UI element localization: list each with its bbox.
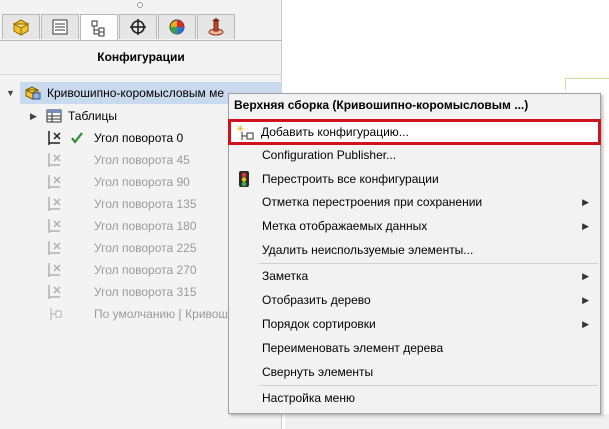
submenu-arrow-icon: ▶	[582, 220, 589, 231]
menu-item-rename-tree-item[interactable]: Переименовать элемент дерева	[230, 337, 599, 359]
configuration-icon	[48, 263, 61, 277]
menu-item-sort-order[interactable]: Порядок сортировки ▶	[230, 313, 599, 335]
menu-item-rebuild-mark[interactable]: Отметка перестроения при сохранении ▶	[230, 191, 599, 213]
tree-item-label: Угол поворота 180	[94, 219, 197, 233]
assembly-icon	[25, 86, 41, 100]
tree-item-label: Угол поворота 270	[94, 263, 197, 277]
rebuild-icon	[234, 170, 254, 188]
tab-display-manager[interactable]	[158, 14, 196, 39]
tree-item-label: Угол поворота 225	[94, 241, 197, 255]
menu-item-label: Добавить конфигурацию...	[261, 125, 409, 139]
menu-item-label: Удалить неиспользуемые элементы...	[262, 243, 474, 257]
submenu-arrow-icon: ▶	[582, 196, 589, 207]
tree-item-label: Угол поворота 90	[94, 175, 190, 189]
tree-item-label: По умолчанию [ Кривош	[94, 307, 229, 321]
tab-property-manager[interactable]	[41, 14, 79, 39]
tab-configuration-manager[interactable]	[80, 14, 118, 40]
tree-item-configuration[interactable]: Угол поворота 135	[46, 194, 197, 214]
configuration-icon	[50, 308, 62, 320]
menu-item-rebuild-all[interactable]: Перестроить все конфигурации	[230, 168, 599, 190]
menu-item-customize-menu[interactable]: Настройка меню	[230, 387, 599, 409]
menu-item-label: Configuration Publisher...	[262, 148, 397, 162]
tree-item-label: Угол поворота 45	[94, 153, 190, 167]
menu-item-delete-unused[interactable]: Удалить неиспользуемые элементы...	[230, 239, 599, 261]
menu-item-label: Перестроить все конфигурации	[262, 172, 439, 186]
tree-item-label: Угол поворота 135	[94, 197, 197, 211]
menu-item-label: Настройка меню	[262, 391, 355, 405]
menu-item-configuration-publisher[interactable]: Configuration Publisher...	[230, 144, 599, 166]
tree-item-configuration[interactable]: Угол поворота 0	[46, 128, 183, 148]
configuration-icon	[48, 285, 61, 299]
configuration-icon	[48, 241, 61, 255]
tree-item-configuration[interactable]: Угол поворота 90	[46, 172, 190, 192]
tree-item-configuration[interactable]: Угол поворота 225	[46, 238, 197, 258]
dimxpert-manager-icon	[130, 19, 146, 35]
menu-item-label: Свернуть элементы	[262, 365, 374, 379]
viewport-edge	[565, 78, 609, 79]
menu-item-label: Переименовать элемент дерева	[262, 341, 444, 355]
add-configuration-icon: ✳	[235, 124, 255, 142]
tab-dimxpert-manager[interactable]	[119, 14, 157, 39]
configuration-icon	[48, 175, 61, 189]
configuration-icon	[48, 197, 61, 211]
tab-cam-manager[interactable]	[197, 14, 235, 39]
menu-item-add-configuration[interactable]: ✳ Добавить конфигурацию...	[228, 119, 601, 145]
submenu-arrow-icon: ▶	[582, 270, 589, 281]
tab-bar-divider	[0, 40, 282, 41]
menu-item-label: Отобразить дерево	[262, 293, 371, 307]
collapse-root-icon[interactable]: ▼	[6, 88, 15, 98]
tree-root-label: Кривошипно-коромысловым ме	[47, 86, 225, 100]
panel-title: Конфигурации	[97, 50, 185, 64]
submenu-arrow-icon: ▶	[582, 318, 589, 329]
configuration-icon	[48, 131, 83, 145]
submenu-arrow-icon: ▶	[582, 294, 589, 305]
tree-item-configuration[interactable]: Угол поворота 270	[46, 260, 197, 280]
tree-item-configuration[interactable]: Угол поворота 315	[46, 282, 197, 302]
menu-item-show-tree[interactable]: Отобразить дерево ▶	[230, 289, 599, 311]
menu-separator	[259, 263, 598, 264]
menu-item-collapse-items[interactable]: Свернуть элементы	[230, 361, 599, 383]
property-manager-icon	[52, 19, 68, 35]
svg-text:✳: ✳	[236, 124, 244, 135]
tree-item-tables[interactable]: Таблицы	[46, 106, 117, 126]
cam-manager-icon	[208, 18, 224, 36]
tree-item-configuration[interactable]: По умолчанию [ Кривош	[46, 304, 228, 324]
context-menu-header: Верхняя сборка (Кривошипно-коромысловым …	[234, 98, 529, 112]
configuration-icon	[48, 153, 61, 167]
menu-item-display-data-mark[interactable]: Метка отображаемых данных ▶	[230, 215, 599, 237]
tree-item-configuration[interactable]: Угол поворота 45	[46, 150, 190, 170]
tree-item-label: Угол поворота 315	[94, 285, 197, 299]
expand-tables-icon[interactable]: ▶	[30, 111, 37, 122]
tree-item-configuration[interactable]: Угол поворота 180	[46, 216, 197, 236]
menu-item-label: Заметка	[262, 269, 309, 283]
menu-item-label: Порядок сортировки	[262, 317, 376, 331]
display-manager-icon	[169, 19, 185, 35]
menu-item-note[interactable]: Заметка ▶	[230, 265, 599, 287]
configuration-manager-icon	[91, 20, 105, 36]
menu-item-label: Метка отображаемых данных	[262, 219, 428, 233]
panel-divider	[0, 74, 282, 75]
menu-item-label: Отметка перестроения при сохранении	[262, 195, 483, 209]
viewport-edge-vertical	[565, 78, 566, 90]
graphics-area-footer	[285, 414, 609, 429]
tab-feature-manager[interactable]	[2, 14, 40, 39]
feature-manager-icon	[12, 19, 30, 36]
tree-item-label: Таблицы	[68, 109, 118, 123]
context-menu: Верхняя сборка (Кривошипно-коромысловым …	[228, 93, 601, 414]
tree-item-label: Угол поворота 0	[94, 131, 184, 145]
table-icon	[46, 109, 62, 123]
manager-tab-bar	[0, 12, 282, 40]
panel-grip-handle[interactable]	[137, 2, 143, 8]
configuration-icon	[48, 219, 61, 233]
menu-separator	[259, 385, 598, 386]
